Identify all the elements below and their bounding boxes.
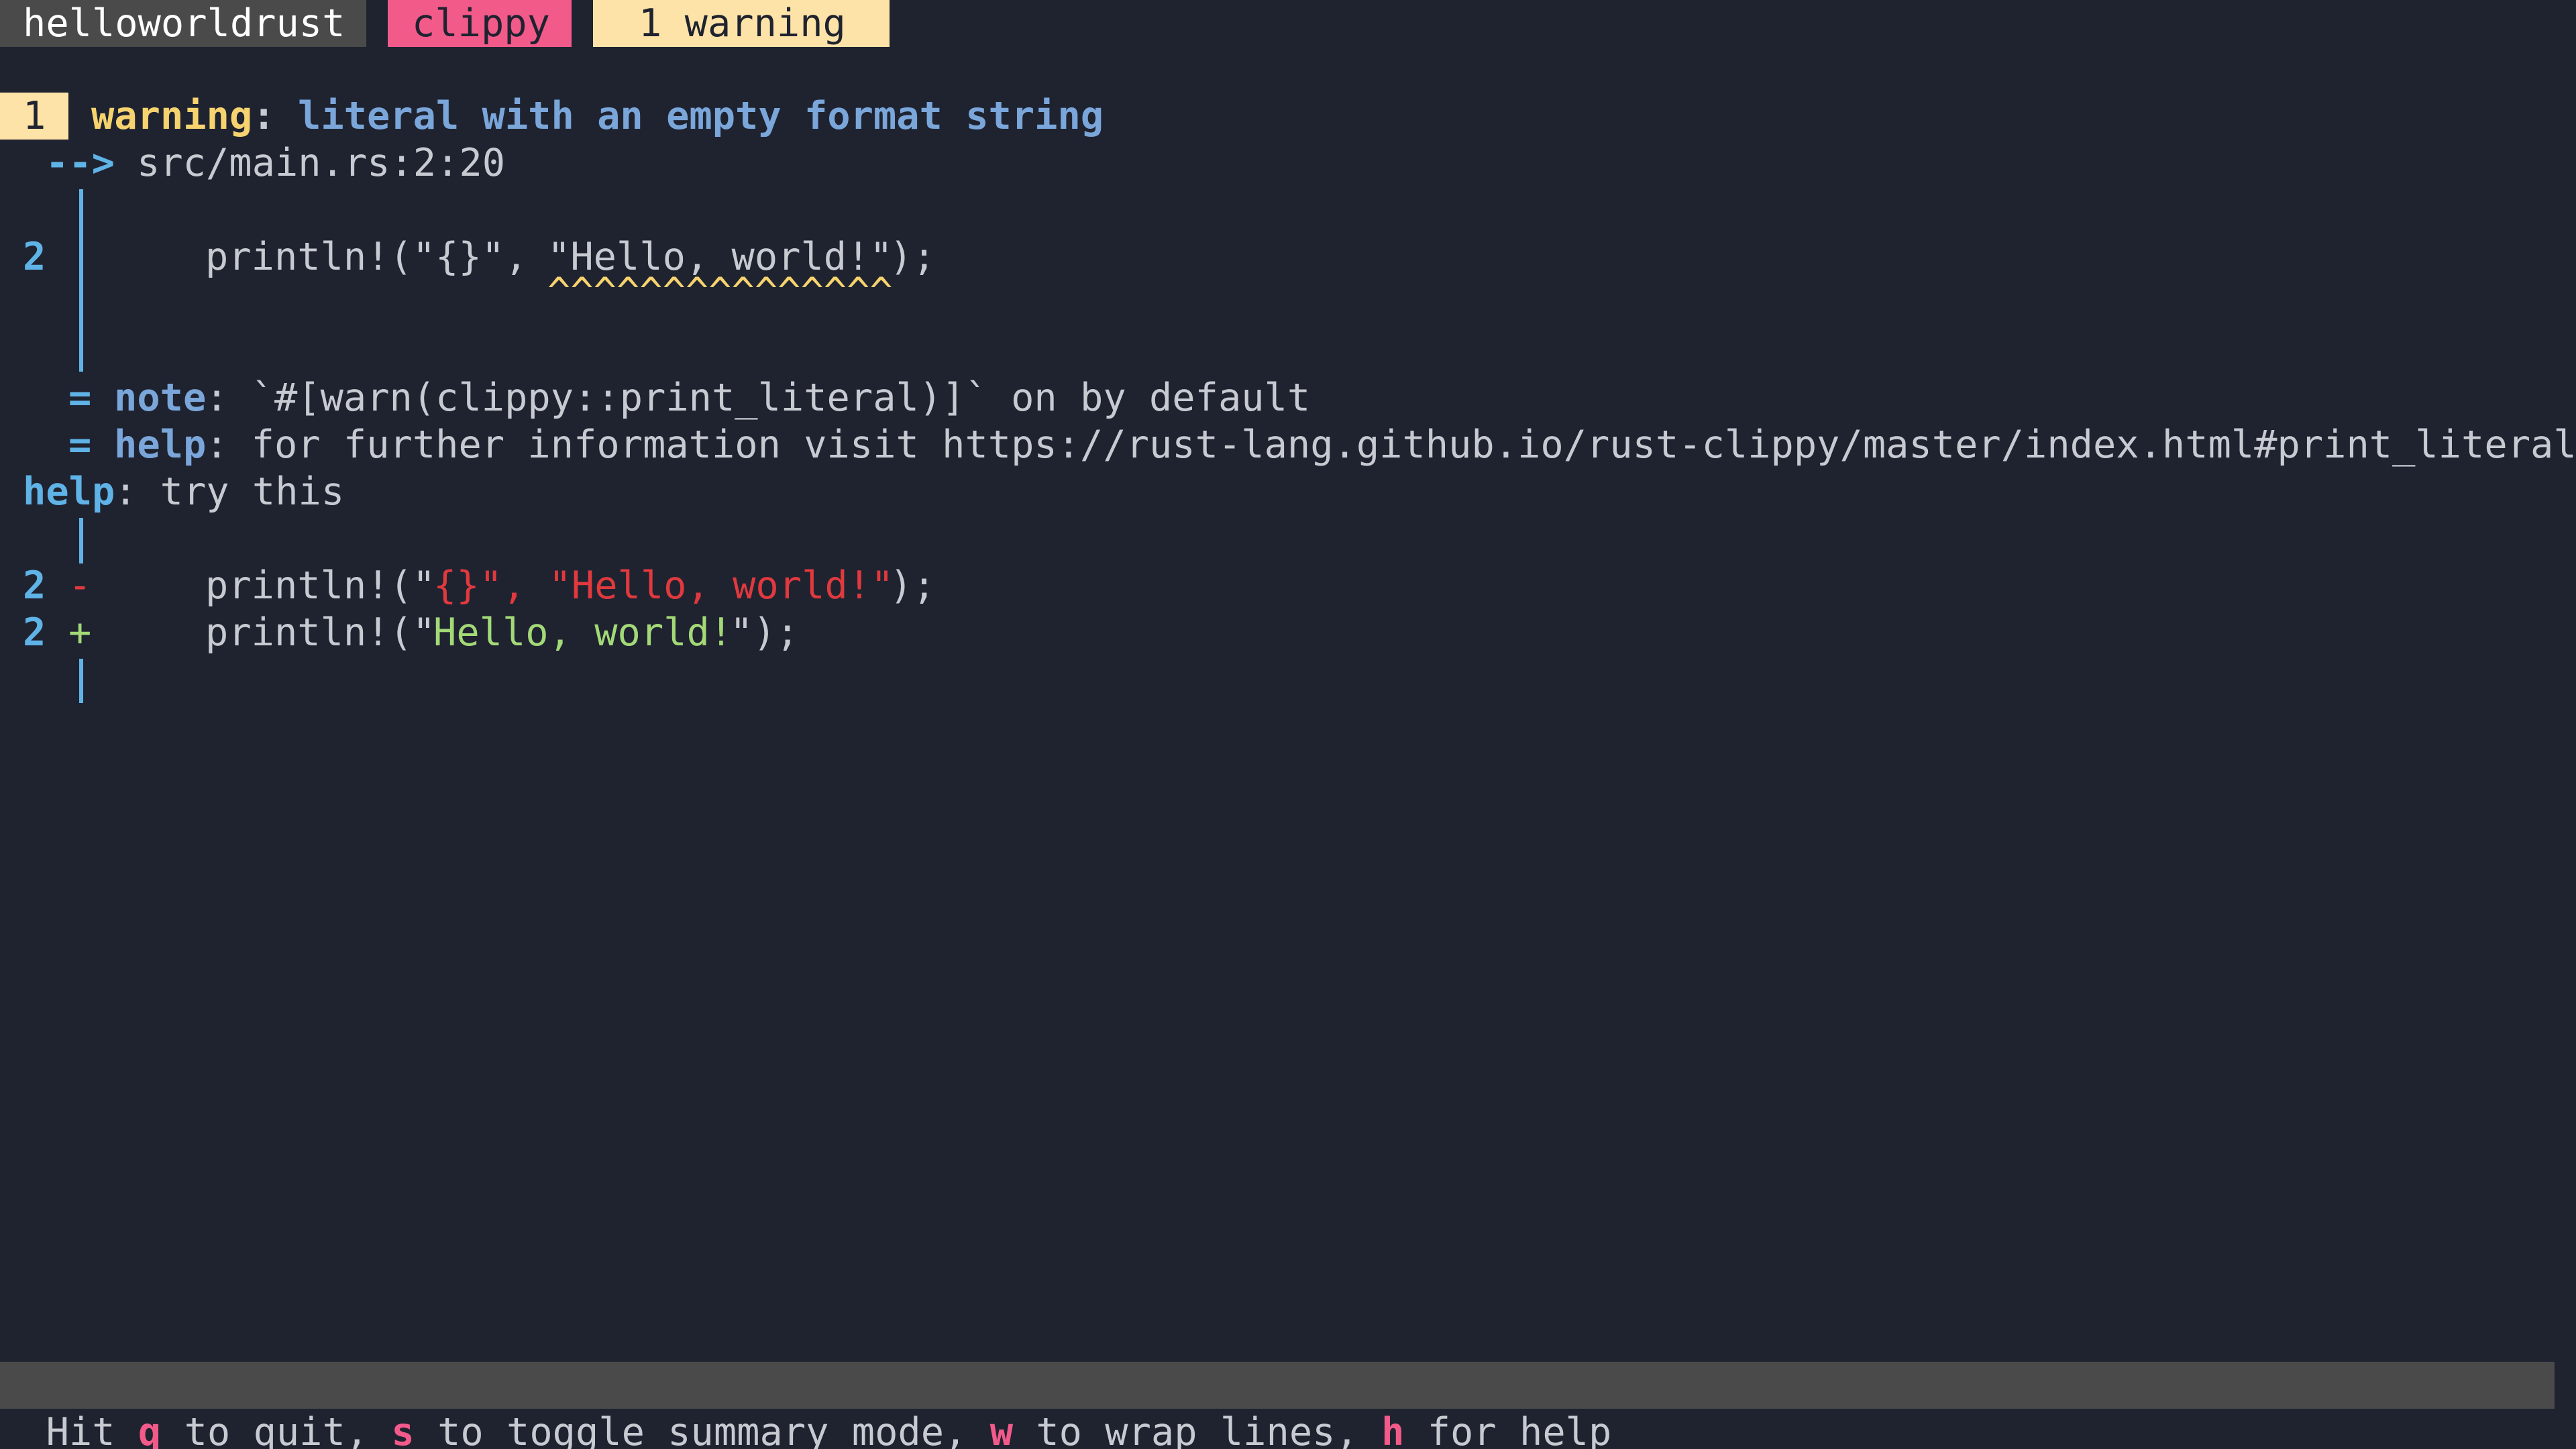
help-key[interactable]: h xyxy=(1381,1410,1404,1449)
suggestion-text: : try this xyxy=(114,470,345,514)
added-line: 2 + println!(" Hello, world! "); xyxy=(0,609,799,656)
suggestion-gutter-top xyxy=(79,518,83,564)
warning-count: 1 warning xyxy=(639,1,846,46)
diagnostic-message: literal with an empty format string xyxy=(298,94,1104,138)
code-suffix: ); xyxy=(890,235,936,279)
summary-key[interactable]: s xyxy=(391,1410,414,1449)
suggestion-gutter-bottom xyxy=(79,659,83,703)
removed-code-prefix: println!(" xyxy=(205,564,436,608)
caret-markers: ^^^^^^^^^^^^^^^ xyxy=(547,270,893,314)
help-text: : for further information visit https://… xyxy=(205,423,2576,467)
note-line: = note : `#[warn(clippy::print_literal)]… xyxy=(0,374,1310,421)
removed-line-number: 2 xyxy=(23,564,46,608)
diagnostic-colon: : xyxy=(252,94,276,138)
diagnostic-level: warning xyxy=(91,94,253,138)
added-code-inserted: Hello, world! xyxy=(433,610,733,655)
added-code-suffix: "); xyxy=(730,610,799,655)
diagnostic-header: 1 warning : literal with an empty format… xyxy=(0,93,1104,140)
tool-name: clippy xyxy=(412,1,550,46)
location-arrow: --> xyxy=(46,141,115,185)
help-line: = help : for further information visit h… xyxy=(0,421,2576,468)
wrap-key[interactable]: w xyxy=(990,1410,1013,1449)
added-marker: + xyxy=(68,610,92,655)
help-equals: = xyxy=(68,423,92,467)
help-label: help xyxy=(114,423,207,467)
status-text-3: to toggle summary mode, xyxy=(414,1410,990,1449)
status-text-5: for help xyxy=(1404,1410,1612,1449)
status-bar: Hit q to quit, s to toggle summary mode,… xyxy=(0,1362,2555,1449)
caret-line: ^^^^^^^^^^^^^^^ xyxy=(0,268,893,315)
added-code-prefix: println!(" xyxy=(205,610,436,655)
suggestion-header: help : try this xyxy=(0,468,344,515)
note-equals: = xyxy=(68,376,92,420)
diagnostic-index: 1 xyxy=(23,94,46,138)
removed-line: 2 - println!(" {}", "Hello, world!" ); xyxy=(0,562,936,609)
quit-key[interactable]: q xyxy=(138,1410,161,1449)
removed-code-suffix: ); xyxy=(890,564,936,608)
removed-code-deleted: {}", "Hello, world!" xyxy=(433,564,894,608)
header-bar: helloworldrust clippy 1 warning xyxy=(0,0,890,47)
note-label: note xyxy=(114,376,207,420)
note-text: : `#[warn(clippy::print_literal)]` on by… xyxy=(205,376,1311,420)
status-text-2: to quit, xyxy=(161,1410,392,1449)
location-path: src/main.rs:2:20 xyxy=(137,141,506,185)
code-prefix: println!("{}", xyxy=(205,235,551,279)
removed-marker: - xyxy=(68,564,92,608)
suggestion-label: help xyxy=(23,470,115,514)
status-text-1: Hit xyxy=(46,1410,138,1449)
status-text-4: to wrap lines, xyxy=(1013,1410,1382,1449)
diagnostic-location: --> src/main.rs:2:20 xyxy=(0,140,505,186)
project-name: helloworldrust xyxy=(23,1,345,46)
added-line-number: 2 xyxy=(23,610,46,655)
gutter-bar xyxy=(79,189,83,372)
